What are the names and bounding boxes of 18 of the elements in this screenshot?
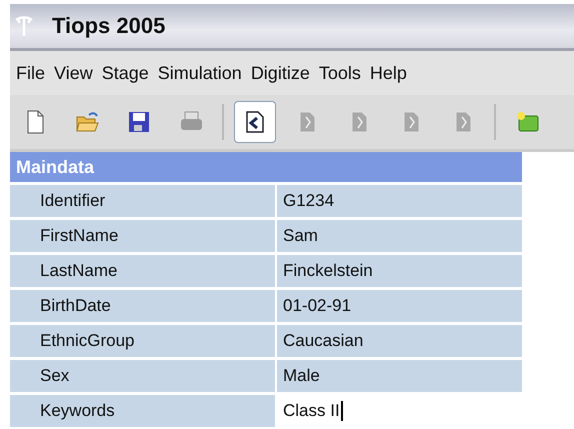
- property-value[interactable]: Male: [277, 360, 522, 392]
- property-value[interactable]: G1234: [277, 185, 522, 217]
- app-logo-icon: [14, 15, 34, 37]
- menu-item[interactable]: Digitize: [250, 62, 310, 84]
- page-button[interactable]: [234, 101, 276, 143]
- property-value[interactable]: 01-02-91: [277, 290, 522, 322]
- menu-item[interactable]: Stage: [102, 62, 149, 84]
- menu-item[interactable]: Help: [370, 62, 407, 84]
- property-value[interactable]: Sam: [277, 220, 522, 252]
- property-value[interactable]: Caucasian: [277, 325, 522, 357]
- property-value[interactable]: Finckelstein: [277, 255, 522, 287]
- menu-item[interactable]: View: [54, 62, 93, 84]
- window-title: Tiops 2005: [52, 13, 166, 39]
- menu-item[interactable]: Simulation: [158, 62, 242, 84]
- menu-item[interactable]: Tools: [318, 62, 361, 84]
- category-header: Maindata: [10, 152, 522, 182]
- menu-item[interactable]: File: [16, 62, 46, 84]
- property-value[interactable]: Class II: [277, 395, 522, 427]
